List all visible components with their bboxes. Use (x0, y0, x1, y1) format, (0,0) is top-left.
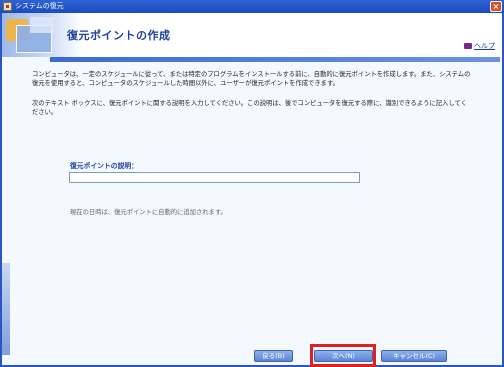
wizard-content: コンピュータは、一定のスケジュールに従って、または特定のプログラムをインストール… (32, 71, 472, 129)
back-button[interactable]: 戻る(B) (254, 350, 293, 362)
intro-paragraph: コンピュータは、一定のスケジュールに従って、または特定のプログラムをインストール… (32, 71, 471, 87)
restore-point-description-input[interactable] (69, 172, 360, 183)
help-label: ヘルプ (474, 42, 495, 50)
header-divider (50, 57, 500, 62)
page-title: 復元ポイントの作成 (67, 29, 171, 42)
title-bar[interactable]: システムの復元 × (0, 0, 504, 13)
next-button[interactable]: 次へ(N) (314, 350, 373, 362)
system-restore-app-icon (3, 2, 12, 11)
instruction-paragraph: 次のテキスト ボックスに、復元ポイントに関する説明を入力してください。この説明は… (32, 100, 467, 116)
side-decoration-bar (2, 263, 10, 355)
header-decoration-light (30, 17, 54, 33)
datetime-note: 現在の日時は、復元ポイントに自動的に追加されます。 (70, 209, 227, 216)
description-label: 復元ポイントの説明： (70, 162, 138, 170)
wizard-header: 復元ポイントの作成 ヘルプ (2, 13, 502, 57)
close-button[interactable]: × (490, 1, 502, 12)
system-restore-window: システムの復元 × 復元ポイントの作成 ヘルプ コンピュータは、一定のスケジュー… (0, 0, 504, 367)
window-title: システムの復元 (15, 2, 64, 10)
help-link[interactable]: ヘルプ (464, 41, 495, 51)
cancel-button[interactable]: キャンセル(C) (381, 350, 447, 362)
wizard-client-area: 復元ポイントの作成 ヘルプ コンピュータは、一定のスケジュールに従って、または特… (2, 13, 502, 367)
help-book-icon (464, 43, 472, 49)
